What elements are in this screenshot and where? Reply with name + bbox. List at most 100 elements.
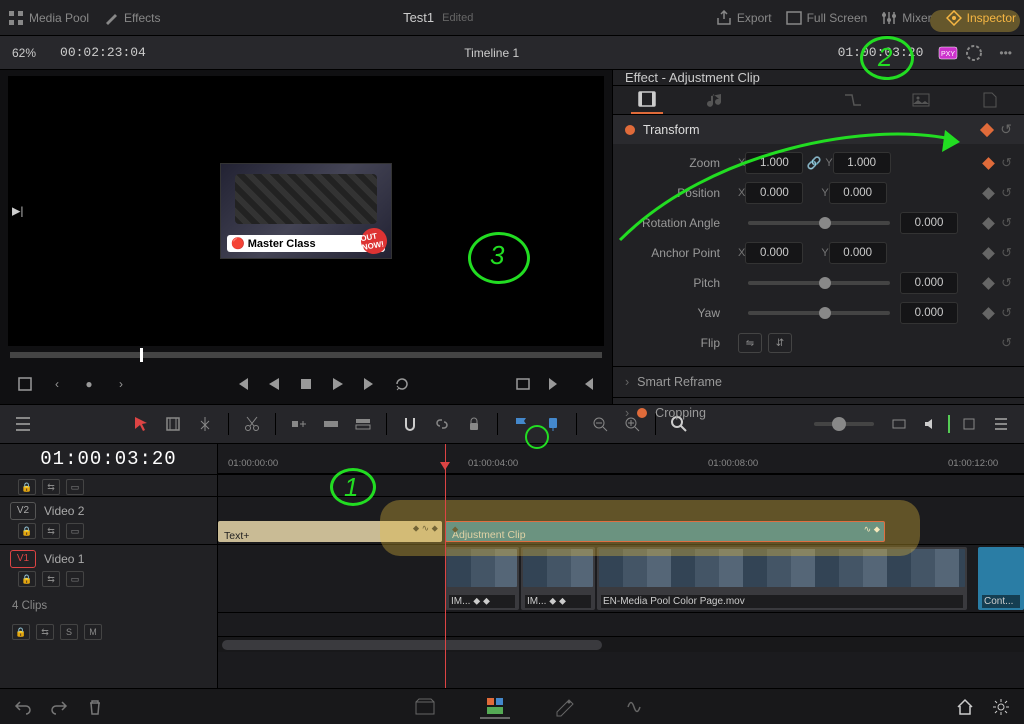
marker-button[interactable]: [540, 411, 566, 437]
v1-clip-2[interactable]: IM... ⬥ ⬥: [521, 547, 595, 610]
source-timecode[interactable]: 00:02:23:04: [48, 45, 158, 60]
smart-reframe-section[interactable]: › Smart Reframe: [613, 366, 1024, 397]
v1-tag[interactable]: V1: [10, 550, 36, 568]
track-view-icon[interactable]: ▭: [66, 571, 84, 587]
viewer-zoom[interactable]: 62%: [0, 46, 48, 60]
proxy-icon[interactable]: PXY: [938, 44, 958, 62]
audio-lane[interactable]: [218, 612, 1024, 636]
lock-icon[interactable]: 🔒: [12, 624, 30, 640]
timeline-timecode[interactable]: 01:00:03:20: [0, 444, 217, 474]
flip-h-button[interactable]: ⇋: [738, 333, 762, 353]
pitch-slider[interactable]: [748, 281, 890, 285]
yaw-input[interactable]: 0.000: [900, 302, 958, 324]
prev-edit[interactable]: ‹: [46, 373, 68, 395]
v3-lane[interactable]: [218, 474, 1024, 496]
stop[interactable]: [295, 373, 317, 395]
page-cut[interactable]: [480, 695, 510, 719]
zoom-reset-icon[interactable]: ↺: [1001, 155, 1012, 171]
trash-button[interactable]: [84, 696, 106, 718]
v1-clip-4[interactable]: Cont...: [978, 547, 1024, 610]
track-v3-header[interactable]: 🔒 ⇆ ▭: [0, 474, 217, 496]
lock-icon[interactable]: 🔒: [18, 479, 36, 495]
fullscreen-button[interactable]: Full Screen: [786, 10, 868, 26]
zoom-x-input[interactable]: 1.000: [745, 152, 803, 174]
link-button[interactable]: [429, 411, 455, 437]
auto-select-icon[interactable]: ⇆: [42, 571, 60, 587]
v2-tag[interactable]: V2: [10, 502, 36, 520]
section-keyframe-icon[interactable]: [980, 122, 994, 136]
flip-v-button[interactable]: ⇵: [768, 333, 792, 353]
edit-point[interactable]: ●: [78, 373, 100, 395]
lock-icon[interactable]: 🔒: [18, 523, 36, 539]
solo-icon[interactable]: S: [60, 624, 78, 640]
timeline-zoom-slider[interactable]: [814, 422, 874, 426]
playhead[interactable]: [445, 444, 446, 688]
page-media[interactable]: [410, 695, 440, 719]
rotation-keyframe-icon[interactable]: [982, 217, 995, 230]
tab-file[interactable]: [974, 86, 1006, 114]
timeline-hscroll[interactable]: [218, 636, 1024, 652]
snap-button[interactable]: [397, 411, 423, 437]
yaw-reset-icon[interactable]: ↺: [1001, 305, 1012, 321]
timeline-name[interactable]: Timeline 1: [158, 46, 826, 60]
options-menu[interactable]: •••: [987, 46, 1024, 60]
anchor-y-input[interactable]: 0.000: [829, 242, 887, 264]
insert-button[interactable]: [286, 411, 312, 437]
go-start[interactable]: [231, 373, 253, 395]
trim-tool[interactable]: [160, 411, 186, 437]
effects-button[interactable]: Effects: [103, 10, 160, 26]
rotation-slider[interactable]: [748, 221, 890, 225]
viewer-scrubber[interactable]: [10, 352, 602, 358]
loop[interactable]: [391, 373, 413, 395]
track-v2-header[interactable]: V2Video 2 🔒⇆▭: [0, 496, 217, 544]
play-reverse[interactable]: [263, 373, 285, 395]
replace-button[interactable]: [350, 411, 376, 437]
tab-video[interactable]: [631, 86, 663, 114]
v1-clip-3[interactable]: EN-Media Pool Color Page.mov: [597, 547, 967, 610]
record-timecode[interactable]: 01:00:03:20: [826, 45, 936, 60]
zoom-y-input[interactable]: 1.000: [833, 152, 891, 174]
pitch-keyframe-icon[interactable]: [982, 277, 995, 290]
export-button[interactable]: Export: [716, 10, 772, 26]
tab-effects[interactable]: [768, 86, 800, 114]
page-fairlight[interactable]: [620, 695, 650, 719]
flag-button[interactable]: [508, 411, 534, 437]
play[interactable]: [327, 373, 349, 395]
selection-tool[interactable]: [128, 411, 154, 437]
redo-button[interactable]: [48, 696, 70, 718]
auto-select-icon[interactable]: ⇆: [42, 523, 60, 539]
match-frame[interactable]: [512, 373, 534, 395]
viewer-canvas[interactable]: ▶| 🔴 Master Class OUT NOW!: [8, 76, 604, 346]
next-clip[interactable]: [544, 373, 566, 395]
anchor-keyframe-icon[interactable]: [982, 247, 995, 260]
position-y-input[interactable]: 0.000: [829, 182, 887, 204]
anchor-reset-icon[interactable]: ↺: [1001, 245, 1012, 261]
yaw-slider[interactable]: [748, 311, 890, 315]
rotation-input[interactable]: 0.000: [900, 212, 958, 234]
tab-audio[interactable]: [700, 86, 732, 114]
timeline-canvas[interactable]: 01:00:00:00 01:00:04:00 01:00:08:00 01:0…: [218, 444, 1024, 688]
track-v1-header[interactable]: V1Video 1 🔒⇆▭: [0, 544, 217, 592]
zoom-keyframe-icon[interactable]: [982, 157, 995, 170]
home-button[interactable]: [954, 696, 976, 718]
tab-image[interactable]: [905, 86, 937, 114]
position-reset-icon[interactable]: ↺: [1001, 185, 1012, 201]
go-end[interactable]: [359, 373, 381, 395]
crop-tool[interactable]: [14, 373, 36, 395]
yaw-keyframe-icon[interactable]: [982, 307, 995, 320]
undo-button[interactable]: [12, 696, 34, 718]
auto-select-icon[interactable]: ⇆: [36, 624, 54, 640]
anchor-x-input[interactable]: 0.000: [745, 242, 803, 264]
v1-clip-1[interactable]: IM... ⬥ ⬥: [445, 547, 519, 610]
index-button[interactable]: [10, 411, 36, 437]
track-view-icon[interactable]: ▭: [66, 523, 84, 539]
mixer-button[interactable]: Mixer: [881, 10, 931, 26]
zoom-out-button[interactable]: [587, 411, 613, 437]
track-view-icon[interactable]: ▭: [66, 479, 84, 495]
auto-select-icon[interactable]: ⇆: [42, 479, 60, 495]
pitch-input[interactable]: 0.000: [900, 272, 958, 294]
media-pool-button[interactable]: Media Pool: [8, 10, 89, 26]
position-keyframe-icon[interactable]: [982, 187, 995, 200]
settings-button[interactable]: [990, 696, 1012, 718]
flip-reset-icon[interactable]: ↺: [1001, 335, 1012, 351]
